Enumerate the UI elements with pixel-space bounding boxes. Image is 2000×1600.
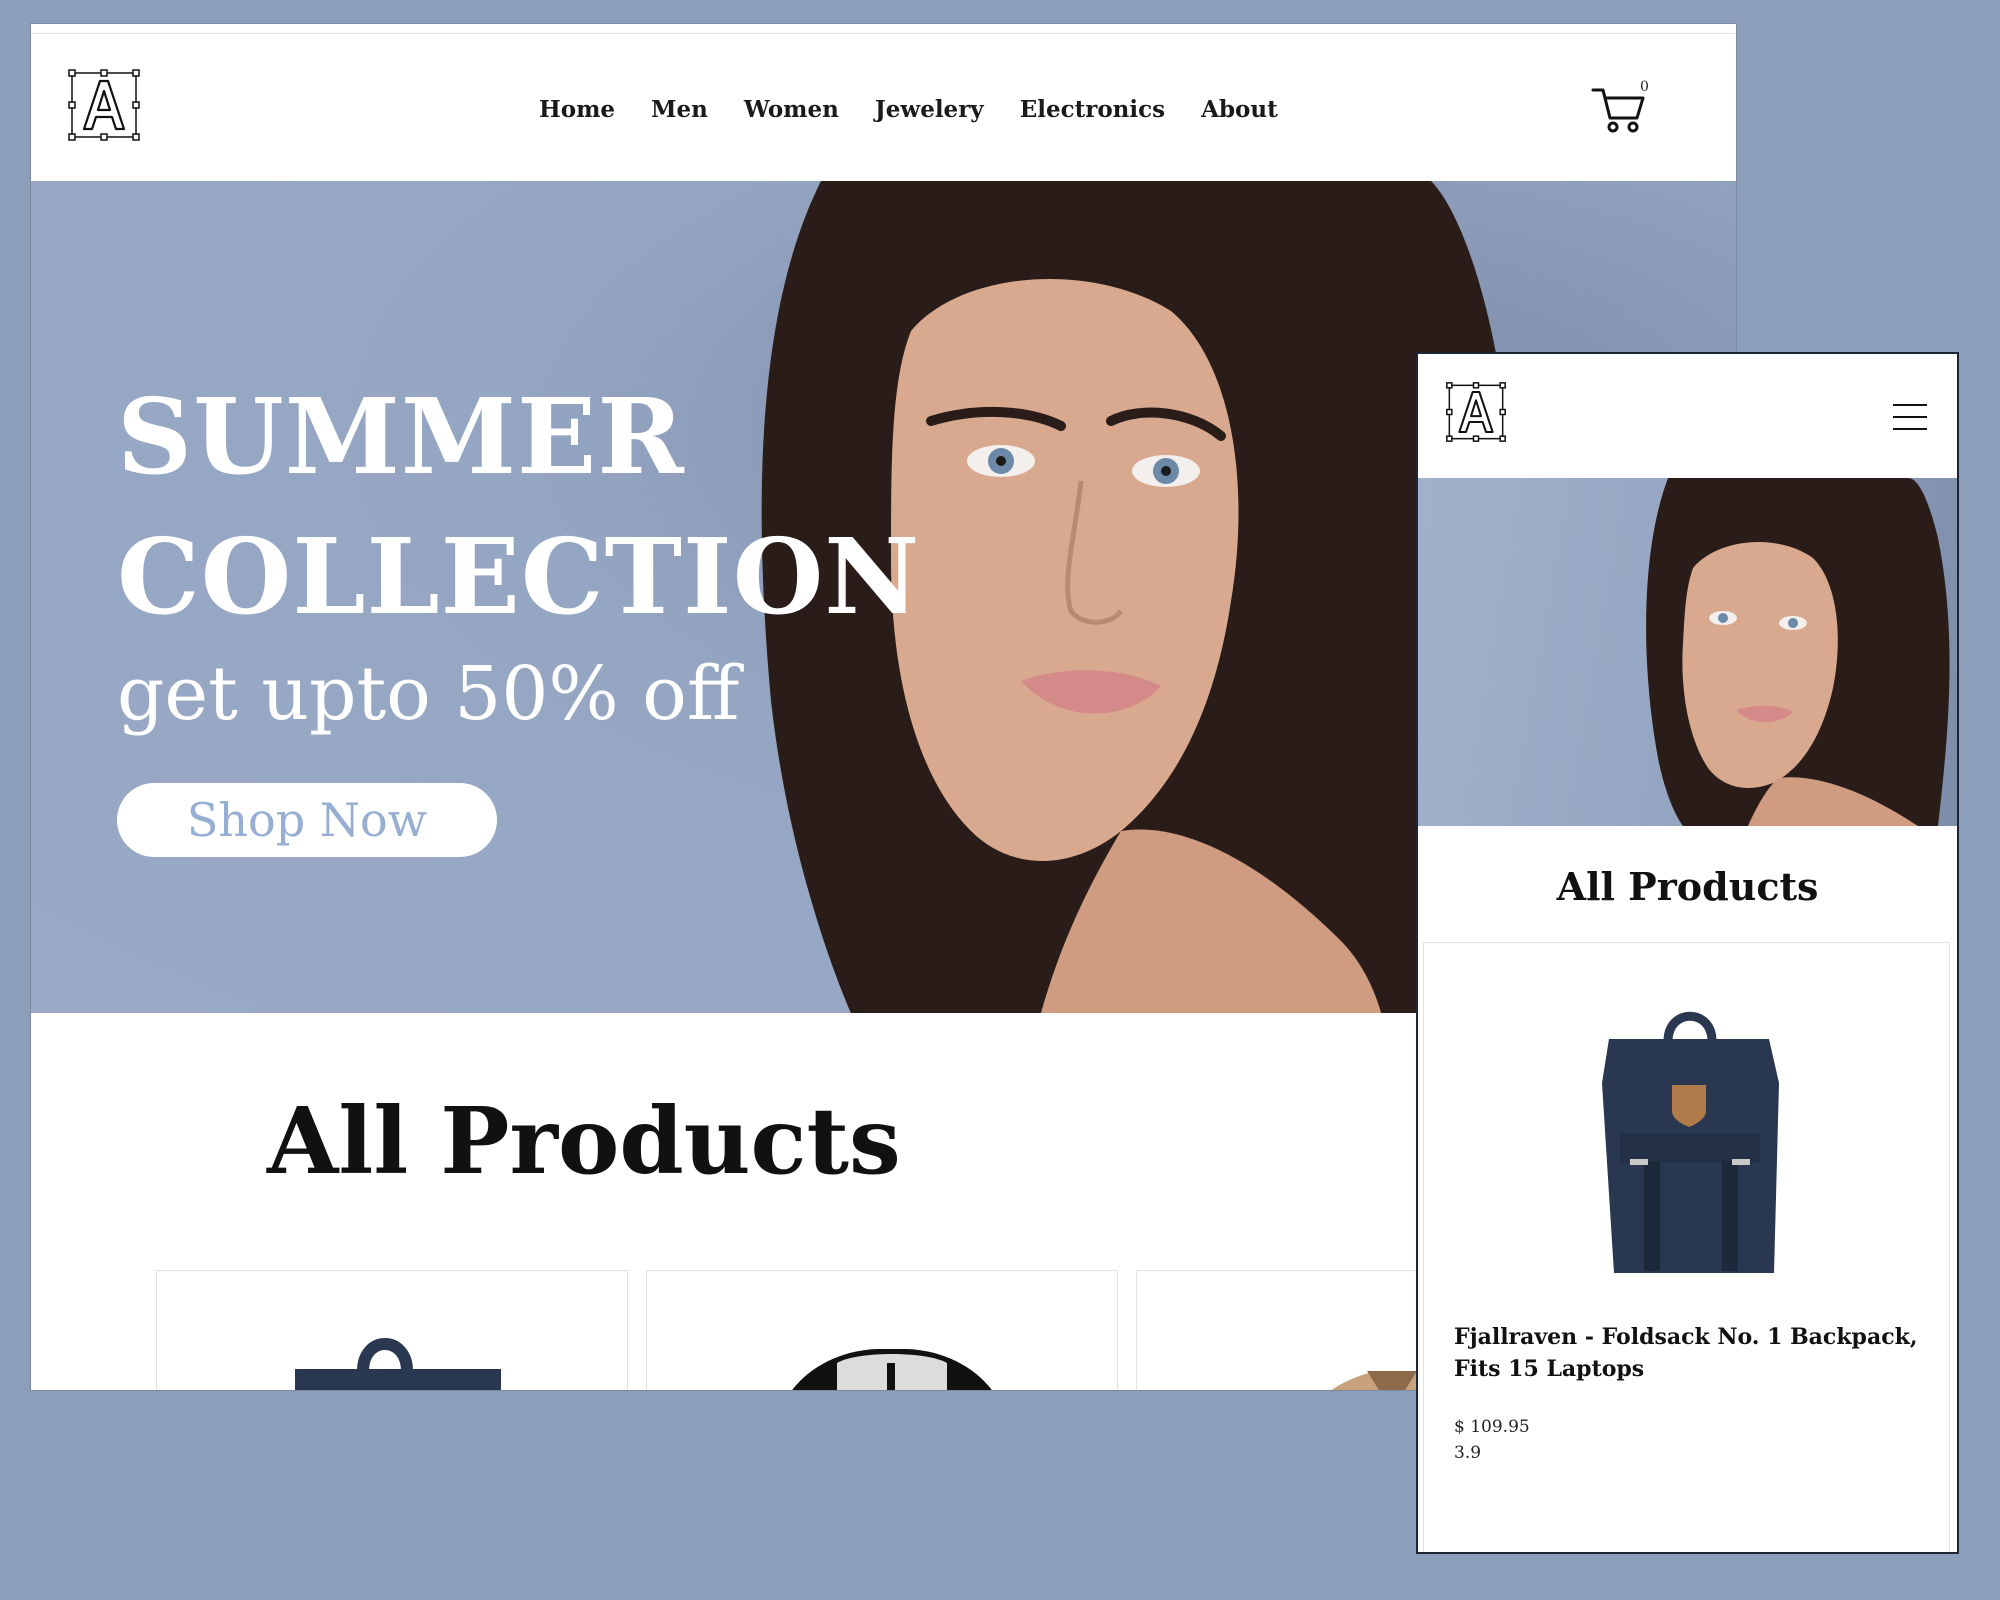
product-card[interactable]: Fjallraven - Foldsack No. 1 Backpack, Fi… (1423, 942, 1950, 1552)
backpack-image (295, 1338, 501, 1390)
shop-now-button[interactable]: Shop Now (117, 783, 497, 857)
product-price: $ 109.95 (1454, 1417, 1530, 1437)
top-divider (31, 33, 1736, 34)
hero-subtitle: get upto 50% off (117, 651, 740, 737)
hamburger-menu-icon[interactable] (1893, 404, 1927, 430)
cart-icon[interactable] (1591, 84, 1647, 134)
nav-women[interactable]: Women (744, 96, 839, 123)
cart-count-badge: 0 (1640, 79, 1649, 95)
mobile-all-products-heading: All Products (1556, 864, 1819, 909)
nav-home[interactable]: Home (539, 96, 615, 123)
product-title[interactable]: Fjallraven - Foldsack No. 1 Backpack, Fi… (1454, 1321, 1924, 1385)
nav-men[interactable]: Men (651, 96, 708, 123)
product-card-shirt[interactable] (646, 1270, 1118, 1390)
mobile-site-preview: All Products Fjallraven - Foldsack No. 1… (1416, 352, 1959, 1554)
shirt-image (792, 1349, 992, 1390)
logo-icon[interactable] (1446, 382, 1506, 442)
nav-jewelery[interactable]: Jewelery (875, 96, 984, 123)
all-products-heading: All Products (267, 1087, 901, 1195)
mobile-hero-banner (1418, 478, 1957, 826)
backpack-image (1602, 1011, 1779, 1273)
mobile-hero-model-image (1646, 478, 1950, 826)
product-rating: 3.9 (1454, 1443, 1482, 1463)
main-navigation: Home Men Women Jewelery Electronics Abou… (31, 96, 1736, 136)
nav-electronics[interactable]: Electronics (1020, 96, 1165, 123)
product-card-backpack[interactable] (156, 1270, 628, 1390)
hero-title: SUMMER COLLECTION (117, 375, 921, 638)
nav-about[interactable]: About (1201, 96, 1278, 123)
